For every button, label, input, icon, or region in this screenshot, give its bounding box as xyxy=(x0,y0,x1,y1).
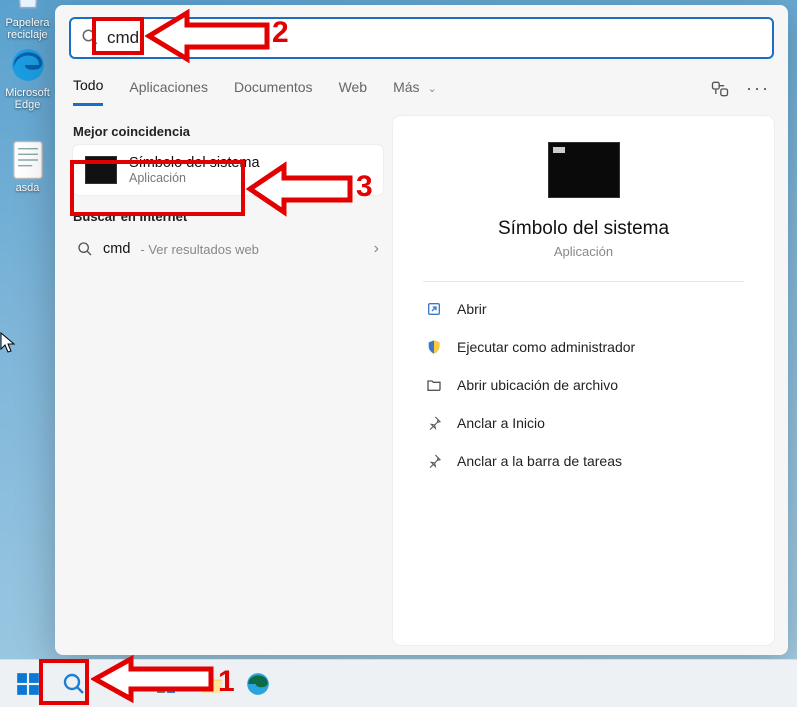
action-open[interactable]: Abrir xyxy=(423,290,744,328)
folder-icon xyxy=(425,376,443,394)
best-match-subtitle: Aplicación xyxy=(129,171,260,185)
widgets-icon xyxy=(154,672,178,696)
desktop-icon-textdoc[interactable]: asda xyxy=(0,140,55,194)
search-icon xyxy=(62,672,86,696)
web-hint: - Ver resultados web xyxy=(140,242,259,257)
mouse-cursor-icon xyxy=(0,332,16,354)
tab-all[interactable]: Todo xyxy=(73,71,103,106)
tab-web[interactable]: Web xyxy=(339,73,368,105)
preview-subtitle: Aplicación xyxy=(423,244,744,259)
text-file-icon xyxy=(8,140,48,180)
tab-documents[interactable]: Documentos xyxy=(234,73,313,105)
search-icon xyxy=(77,241,93,257)
best-match-title: Símbolo del sistema xyxy=(129,155,260,171)
cmd-app-icon xyxy=(85,156,117,184)
action-label: Abrir xyxy=(457,301,487,317)
pin-icon xyxy=(425,414,443,432)
desktop-icon-label: asda xyxy=(0,182,55,194)
desktop-icon-recycle-bin[interactable]: Papelera reciclaje xyxy=(0,0,55,41)
taskbar-explorer[interactable] xyxy=(192,664,232,704)
taskbar xyxy=(0,659,797,707)
action-label: Anclar a Inicio xyxy=(457,415,545,431)
windows-icon xyxy=(15,671,41,697)
desktop-icon-label: Microsoft Edge xyxy=(0,87,55,111)
more-options-icon[interactable]: ··· xyxy=(746,78,770,99)
file-explorer-icon xyxy=(199,671,225,697)
desktop-icon-edge[interactable]: Microsoft Edge xyxy=(0,45,55,111)
action-pin-taskbar[interactable]: Anclar a la barra de tareas xyxy=(423,442,744,480)
desktop-icon-label: Papelera reciclaje xyxy=(0,17,55,41)
action-label: Ejecutar como administrador xyxy=(457,339,635,355)
edge-icon xyxy=(245,671,271,697)
best-match-result[interactable]: Símbolo del sistema Aplicación xyxy=(73,145,383,195)
search-tabs: Todo Aplicaciones Documentos Web Más ⌄ ·… xyxy=(55,69,788,106)
shield-icon xyxy=(425,338,443,356)
cmd-app-icon xyxy=(548,142,620,198)
search-box[interactable] xyxy=(69,17,774,59)
edge-icon xyxy=(8,45,48,85)
web-result-row[interactable]: cmd - Ver resultados web › xyxy=(73,230,383,268)
search-input[interactable] xyxy=(101,28,762,48)
chevron-down-icon: ⌄ xyxy=(427,83,436,95)
task-view-icon xyxy=(108,672,132,696)
action-open-location[interactable]: Abrir ubicación de archivo xyxy=(423,366,744,404)
result-preview-pane: Símbolo del sistema Aplicación Abrir Eje… xyxy=(393,116,774,645)
tab-more[interactable]: Más ⌄ xyxy=(393,73,437,105)
quick-search-icon[interactable] xyxy=(710,79,730,99)
start-button[interactable] xyxy=(8,664,48,704)
action-label: Abrir ubicación de archivo xyxy=(457,377,618,393)
action-label: Anclar a la barra de tareas xyxy=(457,453,622,469)
open-external-icon xyxy=(425,300,443,318)
taskbar-search-button[interactable] xyxy=(54,664,94,704)
tab-apps[interactable]: Aplicaciones xyxy=(129,73,208,105)
search-internet-header: Buscar en Internet xyxy=(73,209,383,224)
pin-icon xyxy=(425,452,443,470)
divider xyxy=(423,281,744,282)
taskbar-edge[interactable] xyxy=(238,664,278,704)
action-pin-start[interactable]: Anclar a Inicio xyxy=(423,404,744,442)
search-flyout: Todo Aplicaciones Documentos Web Más ⌄ ·… xyxy=(55,5,788,655)
search-icon xyxy=(81,28,101,48)
recycle-bin-icon xyxy=(8,0,48,15)
action-run-admin[interactable]: Ejecutar como administrador xyxy=(423,328,744,366)
preview-title: Símbolo del sistema xyxy=(423,218,744,240)
chevron-right-icon: › xyxy=(374,240,379,258)
taskbar-task-view[interactable] xyxy=(100,664,140,704)
web-term: cmd xyxy=(103,241,130,257)
taskbar-widgets[interactable] xyxy=(146,664,186,704)
tab-more-label: Más xyxy=(393,79,419,95)
best-match-header: Mejor coincidencia xyxy=(73,124,383,139)
